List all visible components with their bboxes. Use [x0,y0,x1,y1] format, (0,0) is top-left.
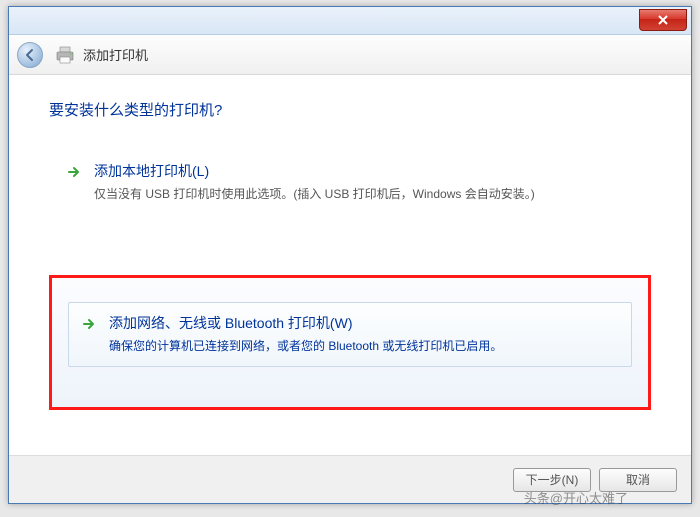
option-network-printer[interactable]: 添加网络、无线或 Bluetooth 打印机(W) 确保您的计算机已连接到网络，… [49,275,651,410]
printer-icon [55,46,75,64]
back-arrow-icon [23,48,37,62]
header-title: 添加打印机 [83,45,148,64]
arrow-right-icon [81,316,97,332]
close-button[interactable] [639,9,687,31]
header-bar: 添加打印机 [9,35,691,75]
footer-bar: 下一步(N) 取消 [9,455,691,503]
titlebar [9,7,691,35]
cancel-button[interactable]: 取消 [599,468,677,492]
wizard-question: 要安装什么类型的打印机? [49,99,651,120]
wizard-window: 添加打印机 要安装什么类型的打印机? 添加本地打印机(L) 仅当没有 USB 打… [8,6,692,504]
option-local-printer[interactable]: 添加本地打印机(L) 仅当没有 USB 打印机时使用此选项。(插入 USB 打印… [49,148,651,217]
close-icon [657,14,669,26]
option-description: 确保您的计算机已连接到网络，或者您的 Bluetooth 或无线打印机已启用。 [109,337,619,354]
option-title: 添加本地打印机(L) [94,161,634,181]
content-area: 要安装什么类型的打印机? 添加本地打印机(L) 仅当没有 USB 打印机时使用此… [9,75,691,442]
next-button[interactable]: 下一步(N) [513,468,591,492]
option-title: 添加网络、无线或 Bluetooth 打印机(W) [109,313,619,333]
arrow-right-icon [66,164,82,180]
option-description: 仅当没有 USB 打印机时使用此选项。(插入 USB 打印机后，Windows … [94,185,634,202]
back-button[interactable] [17,42,43,68]
